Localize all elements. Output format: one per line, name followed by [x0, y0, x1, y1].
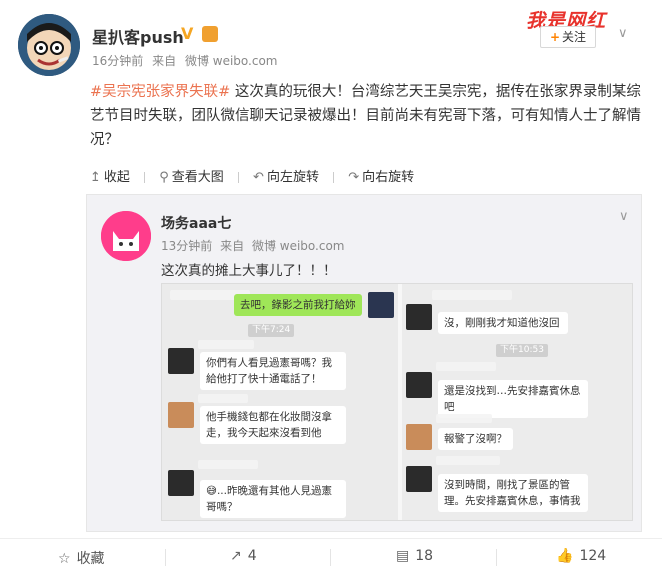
redaction-blur: [198, 460, 258, 469]
quoted-source-prefix: 来自: [220, 239, 245, 253]
post-source[interactable]: 微博 weibo.com: [185, 54, 278, 68]
comment-button[interactable]: ▤ 18: [396, 548, 433, 564]
verified-icon: V: [181, 24, 194, 43]
rotate-left-icon: ↶: [253, 170, 264, 185]
chat-avatar: [406, 304, 432, 330]
rotate-left-button[interactable]: ↶ 向左旋转: [253, 166, 319, 185]
favorite-label: 收藏: [76, 551, 105, 567]
weibo-post: 星扒客push V 16分钟前 来自 微博 weibo.com 我是网红 + 关注…: [0, 0, 662, 575]
toolbar-divider: [333, 172, 335, 183]
chat-time: 下午10:53: [496, 344, 548, 357]
post-meta: 16分钟前 来自 微博 weibo.com: [92, 52, 283, 69]
redaction-blur: [436, 456, 500, 465]
chat-bubble: 你們有人看見過憲哥嗎？我給他打了快十通電話了！: [200, 352, 346, 390]
chat-bubble: 還是沒找到…先安排嘉賓休息吧: [438, 380, 588, 418]
quoted-author-avatar: [101, 211, 151, 261]
cat-icon: [101, 211, 151, 261]
rotate-right-button[interactable]: ↷ 向右旋转: [348, 166, 414, 185]
plus-icon: +: [549, 30, 561, 44]
rotate-left-label: 向左旋转: [266, 170, 319, 185]
thumbs-up-icon: 👍: [556, 548, 574, 564]
chat-avatar: [406, 466, 432, 492]
chat-bubble: 沒到時間，剛找了景區的管理。先安排嘉賓休息，事情我: [438, 474, 588, 512]
toolbar-divider: [144, 172, 146, 183]
repost-icon: ↗: [230, 548, 242, 564]
chevron-down-icon: ∨: [619, 209, 629, 224]
chat-avatar: [168, 402, 194, 428]
toolbar-divider: [237, 172, 239, 183]
chat-column-left: 去吧，錄影之前我打給妳 下午7:24 你們有人看見過憲哥嗎？我給他打了快十通電話…: [162, 284, 394, 520]
chevron-down-icon[interactable]: ∨: [618, 26, 628, 41]
quoted-text: 这次真的摊上大事儿了！！！: [161, 263, 337, 279]
redaction-blur: [198, 394, 248, 403]
action-divider: [330, 549, 331, 566]
redaction-blur: [436, 362, 496, 371]
comment-count: 18: [415, 548, 434, 564]
chat-time: 下午7:24: [248, 324, 295, 337]
hashtag-link[interactable]: #吴宗宪张家界失联#: [90, 84, 230, 100]
post-time[interactable]: 16分钟前: [92, 54, 143, 68]
chat-bubble: 他手機錢包都在化妝間沒拿走，我今天起來沒看到他: [200, 406, 346, 444]
rotate-right-icon: ↷: [348, 170, 360, 185]
chat-bubble: 沒，剛剛我才知道他沒回: [438, 312, 568, 334]
author-avatar[interactable]: [18, 14, 80, 76]
chat-bubble: 😅...昨晚還有其他人見過憲哥嗎？: [200, 480, 346, 518]
image-toolbar: ↥ 收起 ⚲ 查看大图 ↶ 向左旋转 ↷ 向右旋转: [90, 166, 414, 185]
quoted-time: 13分钟前: [161, 239, 213, 253]
chat-bubble-outgoing: 去吧，錄影之前我打給妳: [234, 294, 362, 316]
chat-column-right: 沒，剛剛我才知道他沒回 下午10:53 還是沒找到…先安排嘉賓休息吧 報警了沒啊…: [398, 284, 632, 520]
honor-badge-icon: [202, 26, 218, 42]
avatar-illustration: [18, 14, 80, 76]
action-bar: ☆ 收藏 ↗ 4 ▤ 18 👍 124: [0, 538, 662, 575]
chat-avatar: [168, 470, 194, 496]
comment-icon: ▤: [396, 548, 410, 564]
chat-avatar-self: [368, 292, 394, 318]
collapse-arrow-icon: ↥: [90, 170, 101, 185]
collapse-button[interactable]: ↥ 收起: [90, 166, 130, 185]
chat-avatar: [168, 348, 194, 374]
like-button[interactable]: 👍 124: [556, 548, 606, 564]
chat-bubble: 報警了沒啊？: [438, 428, 513, 450]
like-count: 124: [579, 548, 607, 564]
magnifier-icon: ⚲: [159, 170, 169, 185]
chat-avatar: [406, 372, 432, 398]
quoted-author-name: 场务aaa七: [161, 216, 232, 232]
redaction-blur: [432, 290, 512, 300]
repost-button[interactable]: ↗ 4: [230, 548, 257, 564]
star-icon: ☆: [58, 551, 71, 567]
quoted-post-image[interactable]: 场务aaa七 13分钟前 来自 微博 weibo.com 这次真的摊上大事儿了！…: [86, 194, 642, 532]
follow-label: 关注: [562, 30, 587, 44]
quoted-source: 微博 weibo.com: [251, 239, 345, 253]
post-body: #吴宗宪张家界失联# 这次真的玩很大！台湾综艺天王吴宗宪，据传在张家界录制某综艺…: [90, 80, 642, 152]
view-large-label: 查看大图: [171, 170, 224, 185]
favorite-button[interactable]: ☆ 收藏: [58, 548, 105, 568]
rotate-right-label: 向右旋转: [362, 170, 415, 185]
action-divider: [496, 549, 497, 566]
source-prefix: 来自: [152, 54, 177, 68]
chat-screenshot: 去吧，錄影之前我打給妳 下午7:24 你們有人看見過憲哥嗎？我給他打了快十通電話…: [161, 283, 633, 521]
redaction-blur: [198, 340, 254, 349]
view-large-button[interactable]: ⚲ 查看大图: [159, 166, 224, 185]
action-divider: [165, 549, 166, 566]
redaction-blur: [436, 414, 492, 423]
collapse-label: 收起: [103, 170, 130, 185]
follow-button[interactable]: + 关注: [540, 26, 596, 48]
chat-avatar: [406, 424, 432, 450]
quoted-post-meta: 13分钟前 来自 微博 weibo.com: [161, 237, 349, 254]
author-name[interactable]: 星扒客push: [92, 24, 184, 48]
repost-count: 4: [247, 548, 257, 564]
